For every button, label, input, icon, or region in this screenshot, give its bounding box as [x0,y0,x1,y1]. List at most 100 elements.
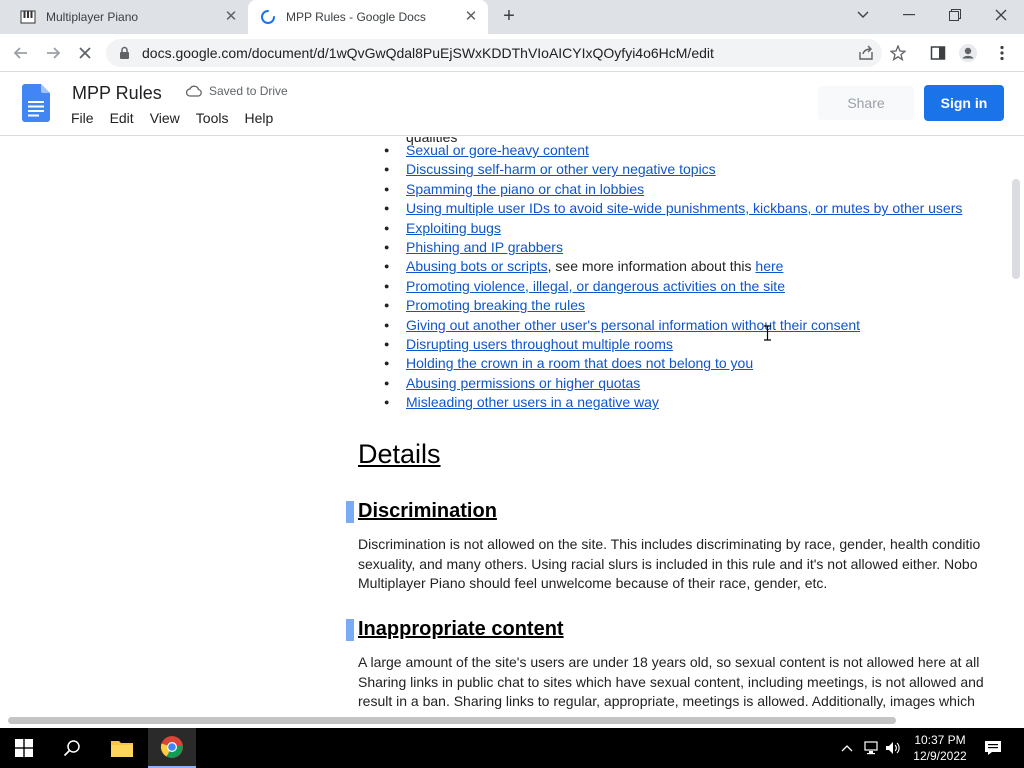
list-item: Sexual or gore-heavy content [384,141,962,160]
loading-spinner-icon [261,10,275,24]
menu-view[interactable]: View [150,110,180,126]
notifications-icon[interactable] [984,739,1002,757]
list-item: Abusing bots or scripts, see more inform… [384,257,962,276]
sign-in-button[interactable]: Sign in [924,85,1004,121]
here-link[interactable]: here [755,258,783,274]
saved-status-text: Saved to Drive [209,84,288,98]
search-icon[interactable] [48,728,96,768]
minimize-icon[interactable] [896,4,922,26]
details-heading: Details [358,439,441,469]
rule-link[interactable]: Misleading other users in a negative way [406,394,659,410]
rule-link[interactable]: Holding the crown in a room that does no… [406,355,753,371]
inappropriate-content-paragraph: A large amount of the site's users are u… [358,653,1008,712]
piano-icon [20,10,36,24]
discrimination-heading: Discrimination [358,500,497,522]
file-explorer-icon[interactable] [98,728,146,768]
clock-date: 12/9/2022 [913,749,967,763]
inappropriate-content-heading: Inappropriate content [358,618,564,640]
rule-link[interactable]: Disrupting users throughout multiple roo… [406,336,673,352]
rule-link[interactable]: Discussing self-harm or other very negat… [406,161,716,177]
show-hidden-icons-chevron-icon[interactable] [838,739,856,757]
clock-time: 10:37 PM [914,733,966,747]
discrimination-paragraph: Discrimination is not allowed on the sit… [358,535,1008,594]
menu-tools[interactable]: Tools [196,110,229,126]
profile-avatar-icon[interactable] [958,43,978,63]
close-icon[interactable]: ✕ [462,8,480,26]
list-item: Discussing self-harm or other very negat… [384,160,962,179]
address-bar[interactable]: docs.google.com/document/d/1wQvGwQdal8Pu… [106,39,882,67]
tab-mpp-rules[interactable]: MPP Rules - Google Docs ✕ [248,0,488,34]
menu-edit[interactable]: Edit [110,110,134,126]
paragraph-line: Discrimination is not allowed on the sit… [358,536,981,552]
side-panel-icon[interactable] [928,43,948,63]
paragraph-line: Sharing links in public chat to sites wh… [358,673,984,690]
heading-outline-marker[interactable] [346,501,354,523]
tab-title: MPP Rules - Google Docs [286,10,426,24]
rule-link[interactable]: Exploiting bugs [406,220,501,236]
browser-tab-strip: Multiplayer Piano ✕ MPP Rules - Google D… [0,0,1024,34]
rule-link[interactable]: Phishing and IP grabbers [406,239,563,255]
lock-icon [120,46,129,59]
network-icon[interactable] [862,739,880,757]
kebab-menu-icon[interactable] [992,43,1012,63]
forward-arrow-icon[interactable] [42,42,64,64]
document-canvas[interactable]: qualities Sexual or gore-heavy content D… [0,137,1024,728]
back-arrow-icon[interactable] [10,42,32,64]
tab-multiplayer-piano[interactable]: Multiplayer Piano ✕ [8,0,248,34]
docs-header: MPP Rules Saved to Drive File Edit View … [0,72,1024,136]
ibeam-cursor-icon [764,325,771,341]
rule-link[interactable]: Abusing permissions or higher quotas [406,375,640,391]
saved-status[interactable]: Saved to Drive [186,84,288,98]
menu-file[interactable]: File [71,110,94,126]
volume-icon[interactable] [884,739,902,757]
rule-link[interactable]: Giving out another other user's personal… [406,317,860,333]
menu-help[interactable]: Help [244,110,273,126]
rule-link[interactable]: Spamming the piano or chat in lobbies [406,181,644,197]
new-tab-button[interactable]: + [498,6,520,28]
windows-start-icon[interactable] [0,728,48,768]
restore-icon[interactable] [942,4,968,26]
list-item: Giving out another other user's personal… [384,316,962,335]
list-item: Promoting violence, illegal, or dangerou… [384,277,962,296]
list-item: Disrupting users throughout multiple roo… [384,335,962,354]
close-icon[interactable]: ✕ [222,8,240,26]
browser-toolbar: docs.google.com/document/d/1wQvGwQdal8Pu… [0,34,1024,72]
rule-link[interactable]: Sexual or gore-heavy content [406,142,589,158]
rule-link[interactable]: Promoting violence, illegal, or dangerou… [406,278,785,294]
google-docs-logo-icon[interactable] [22,84,50,122]
system-clock[interactable]: 10:37 PM 12/9/2022 [908,732,972,764]
list-item: Phishing and IP grabbers [384,238,962,257]
rule-suffix-text: , see more information about this [547,258,756,275]
list-item: Holding the crown in a room that does no… [384,354,962,373]
tab-title: Multiplayer Piano [46,10,139,24]
close-window-icon[interactable] [988,4,1014,26]
list-item: Abusing permissions or higher quotas [384,374,962,393]
heading-outline-marker[interactable] [346,619,354,641]
list-item: Misleading other users in a negative way [384,393,962,412]
rules-list: Sexual or gore-heavy content Discussing … [384,141,962,412]
document-title[interactable]: MPP Rules [72,83,162,104]
list-item: Using multiple user IDs to avoid site-wi… [384,199,962,218]
rule-link[interactable]: Using multiple user IDs to avoid site-wi… [406,200,962,216]
menu-bar: File Edit View Tools Help [71,110,289,126]
rule-link[interactable]: Abusing bots or scripts [406,258,548,274]
paragraph-line: Multiplayer Piano should feel unwelcome … [358,575,828,591]
list-item: Exploiting bugs [384,219,962,238]
tab-search-chevron-icon[interactable] [850,4,876,26]
paragraph-line: sexuality, and many others. Using racial… [358,555,978,572]
paragraph-line: A large amount of the site's users are u… [358,654,980,670]
windows-taskbar: 10:37 PM 12/9/2022 [0,728,1024,768]
list-item: Spamming the piano or chat in lobbies [384,180,962,199]
cloud-check-icon [186,85,202,97]
rule-link[interactable]: Promoting breaking the rules [406,297,585,313]
stop-loading-icon[interactable] [74,42,96,64]
horizontal-scrollbar[interactable] [8,717,896,724]
paragraph-line: result in a ban. Sharing links to regula… [358,693,975,709]
bookmark-star-icon[interactable] [888,43,908,63]
chrome-taskbar-icon[interactable] [148,728,196,768]
share-button[interactable]: Share [818,86,914,120]
url-text: docs.google.com/document/d/1wQvGwQdal8Pu… [142,45,714,61]
vertical-scrollbar[interactable] [1012,179,1020,279]
list-item: Promoting breaking the rules [384,296,962,315]
share-page-icon[interactable] [856,43,876,63]
